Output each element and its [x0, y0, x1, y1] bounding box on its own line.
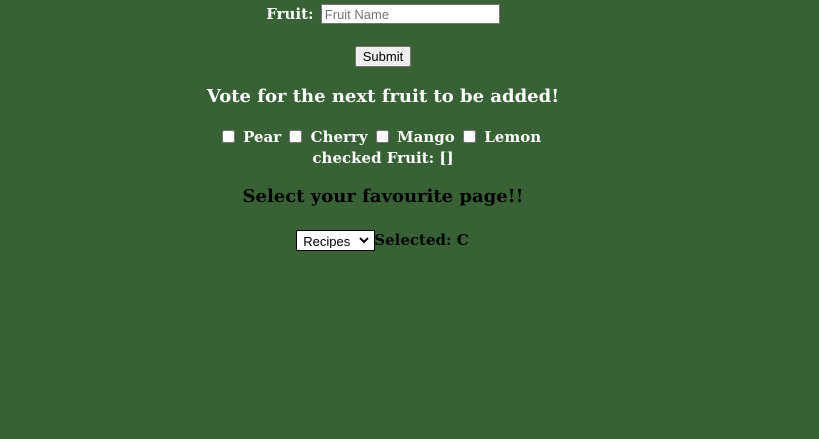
submit-button[interactable]: Submit: [354, 46, 412, 67]
fruit-label: Fruit:: [266, 5, 314, 23]
mango-checkbox[interactable]: [375, 130, 389, 143]
favourite-page-row: Recipes Selected: C: [0, 229, 766, 251]
pear-label: Pear: [243, 128, 282, 146]
fruit-form-row: Fruit:: [0, 4, 766, 24]
submit-row: Submit: [0, 46, 766, 67]
selected-page-text: Selected: C: [374, 231, 469, 249]
cherry-checkbox[interactable]: [289, 130, 303, 143]
fruit-vote-checkboxes: Pear Cherry Mango Lemon: [0, 128, 766, 146]
cherry-label: Cherry: [310, 128, 368, 146]
lemon-label: Lemon: [484, 128, 542, 146]
pear-checkbox[interactable]: [221, 130, 235, 143]
vote-option-mango: Mango: [375, 128, 460, 146]
vote-option-cherry: Cherry: [289, 128, 372, 146]
checked-fruit-text: checked Fruit: []: [312, 149, 454, 167]
vote-option-lemon: Lemon: [463, 128, 541, 146]
vote-heading: Vote for the next fruit to be added!: [206, 86, 560, 107]
vote-option-pear: Pear: [221, 128, 287, 146]
favourite-page-select[interactable]: Recipes: [296, 229, 376, 251]
mango-label: Mango: [397, 128, 455, 146]
favourite-page-heading: Select your favourite page!!: [242, 186, 524, 207]
lemon-checkbox[interactable]: [463, 130, 476, 143]
fruit-name-input[interactable]: [320, 4, 500, 24]
